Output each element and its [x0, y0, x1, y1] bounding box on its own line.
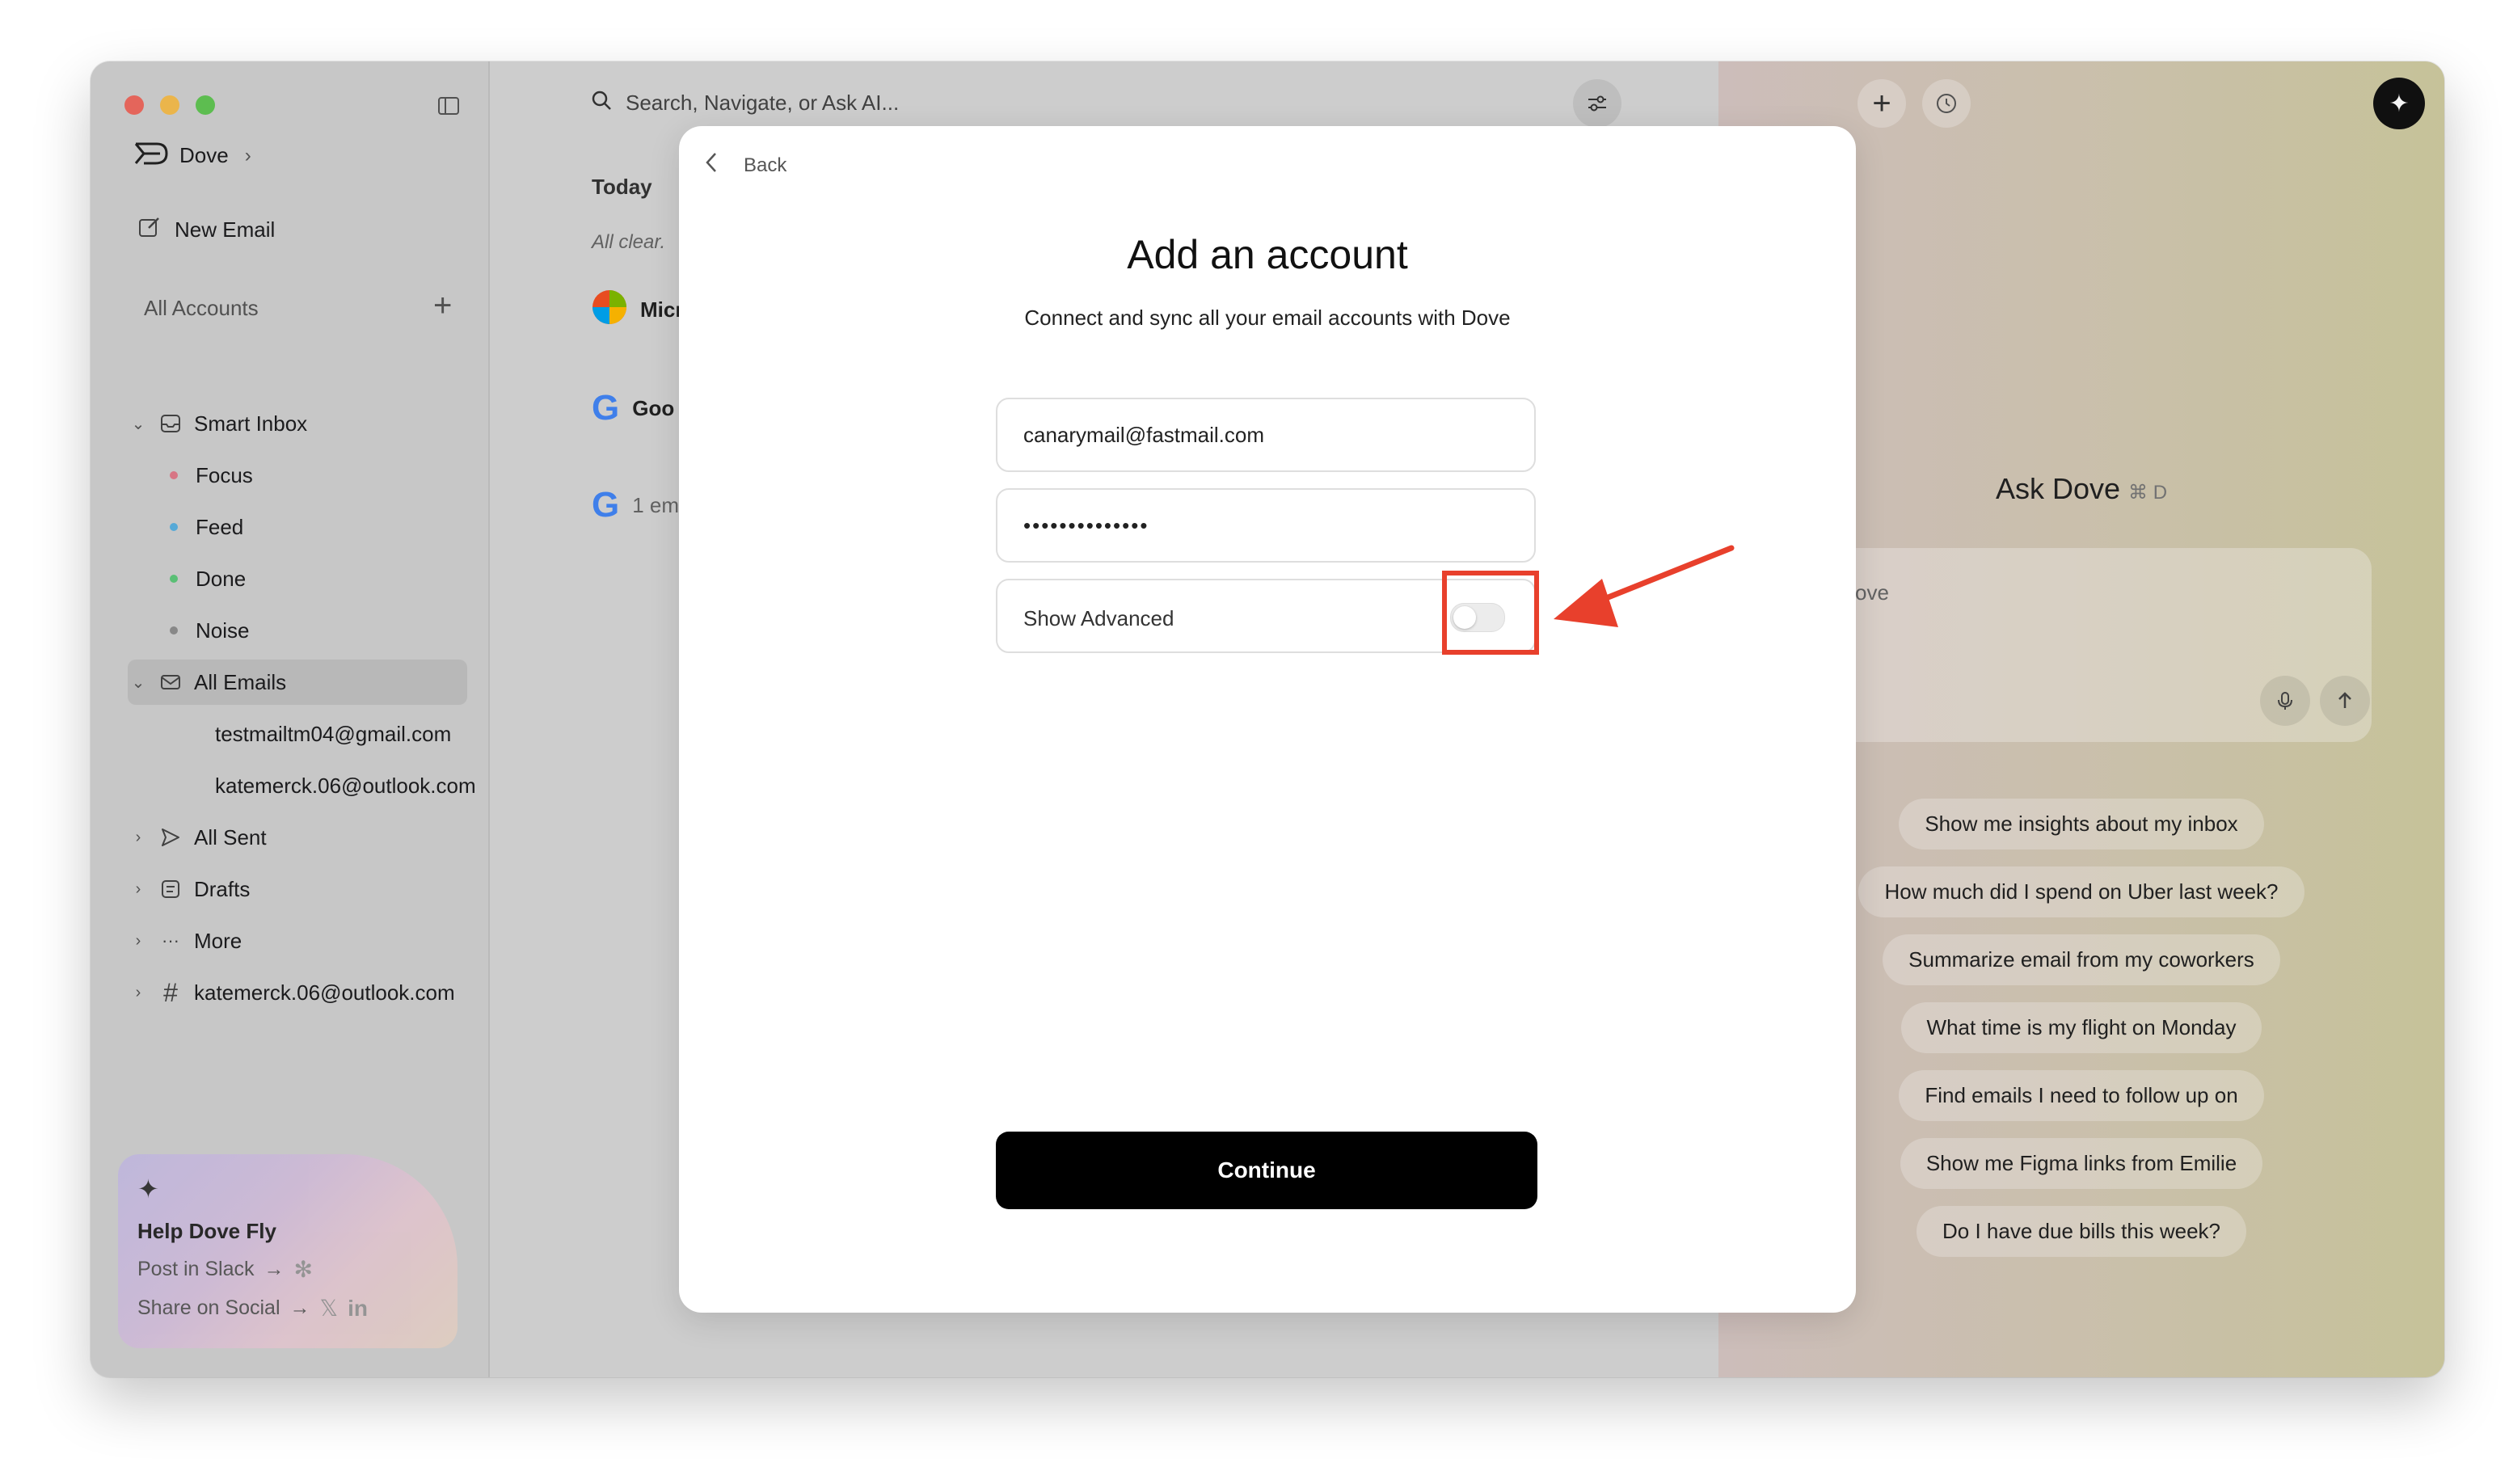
annotation-arrow-icon: [1554, 545, 1735, 627]
app-window: Dove › New Email All Accounts + ⌄ Smart …: [91, 61, 2444, 1377]
